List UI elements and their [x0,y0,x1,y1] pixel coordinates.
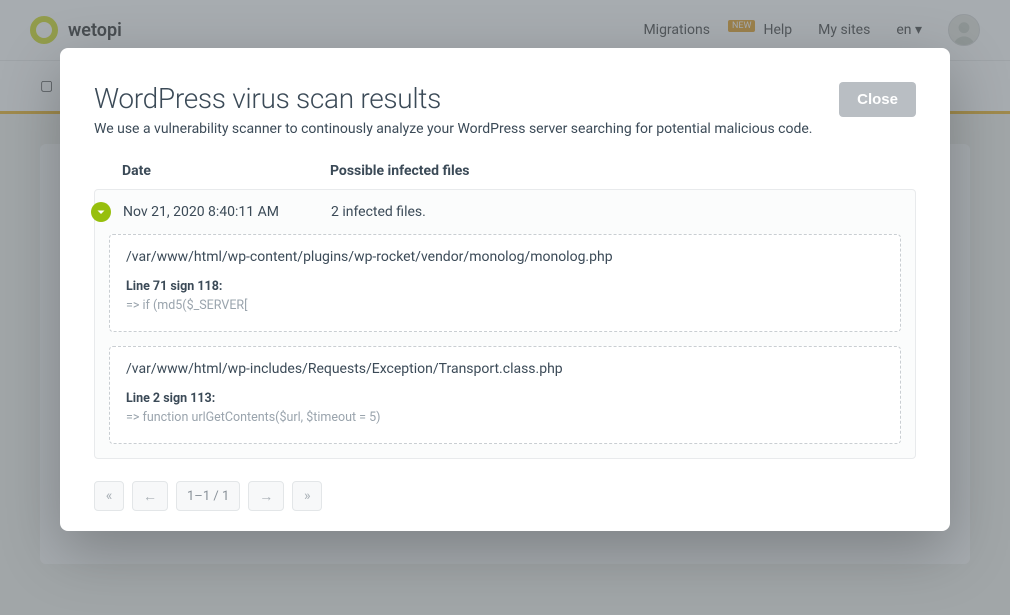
infection-code-snippet: => function urlGetContents($url, $timeou… [126,410,884,425]
pager-last-button[interactable]: » [292,481,322,511]
infection-code-snippet: => if (md5($_SERVER[ [126,298,884,313]
column-header-date: Date [122,163,330,179]
modal-overlay: WordPress virus scan results We use a vu… [0,0,1010,615]
scan-result-summary-row[interactable]: Nov 21, 2020 8:40:11 AM 2 infected files… [95,190,915,234]
chevron-down-icon [91,202,111,222]
scan-result: Nov 21, 2020 8:40:11 AM 2 infected files… [94,189,916,459]
column-header-files: Possible infected files [330,163,916,179]
infected-file-path: /var/www/html/wp-includes/Requests/Excep… [126,361,884,377]
scan-result-details: /var/www/html/wp-content/plugins/wp-rock… [95,234,915,458]
infected-file-path: /var/www/html/wp-content/plugins/wp-rock… [126,249,884,265]
infection-signature-label: Line 2 sign 113: [126,391,884,406]
expand-toggle[interactable] [91,202,119,222]
modal-header: WordPress virus scan results We use a vu… [94,82,916,137]
pagination: « ← 1–1 / 1 → » [94,481,916,511]
pager-status: 1–1 / 1 [176,481,240,511]
infected-file-card: /var/www/html/wp-content/plugins/wp-rock… [109,234,901,332]
pager-next-button[interactable]: → [248,481,284,511]
scan-summary: 2 infected files. [331,204,915,220]
close-button[interactable]: Close [839,82,916,117]
pager-prev-button[interactable]: ← [132,481,168,511]
results-header-row: Date Possible infected files [94,163,916,189]
infection-signature-label: Line 71 sign 118: [126,279,884,294]
pager-first-button[interactable]: « [94,481,124,511]
infected-file-card: /var/www/html/wp-includes/Requests/Excep… [109,346,901,444]
scan-date: Nov 21, 2020 8:40:11 AM [123,204,331,220]
modal-title: WordPress virus scan results [94,82,812,115]
modal-heading-block: WordPress virus scan results We use a vu… [94,82,812,137]
modal-subtitle: We use a vulnerability scanner to contin… [94,121,812,137]
virus-scan-modal: WordPress virus scan results We use a vu… [60,48,950,531]
